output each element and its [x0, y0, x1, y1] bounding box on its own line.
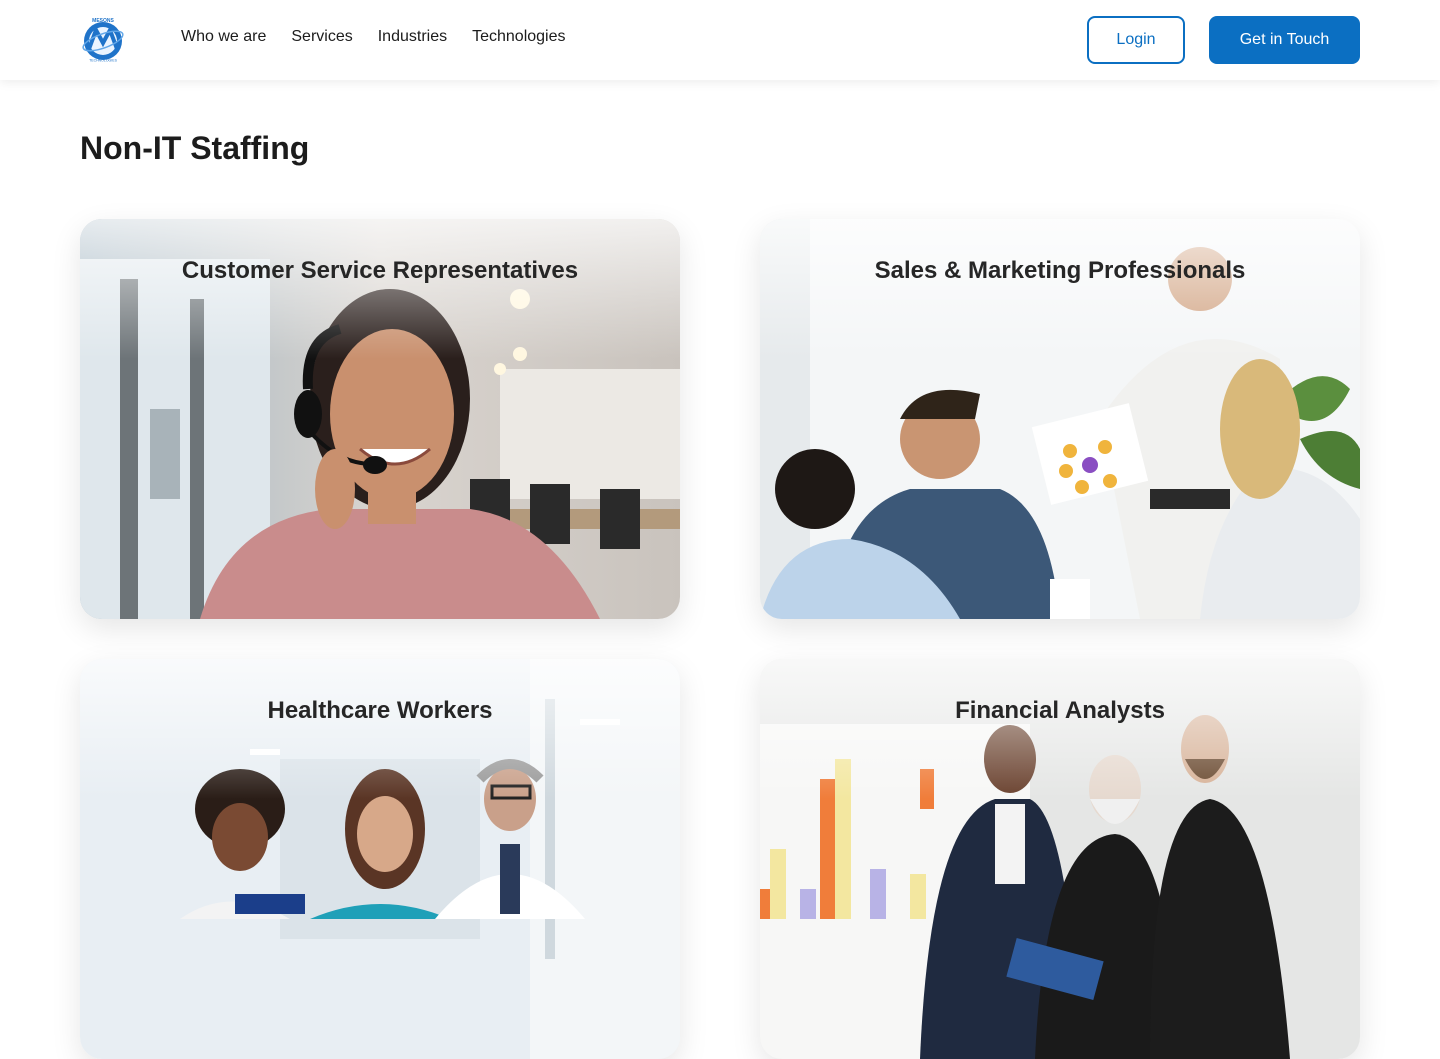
card-customer-service[interactable]: Customer Service Representatives: [80, 219, 680, 619]
card-sales-marketing[interactable]: Sales & Marketing Professionals: [760, 219, 1360, 619]
company-logo[interactable]: MESONS TECHNOLOGIES: [80, 16, 126, 62]
login-button[interactable]: Login: [1087, 16, 1185, 64]
card-financial[interactable]: Financial Analysts: [760, 659, 1360, 1059]
card-title: Financial Analysts: [955, 697, 1165, 724]
get-in-touch-button[interactable]: Get in Touch: [1209, 16, 1360, 64]
card-title: Customer Service Representatives: [181, 257, 579, 284]
card-title: Healthcare Workers: [267, 697, 493, 724]
nav-services[interactable]: Services: [291, 28, 352, 46]
site-header: MESONS TECHNOLOGIES Who we are Services …: [0, 0, 1440, 80]
nav-technologies[interactable]: Technologies: [472, 28, 565, 46]
page-title: Non-IT Staffing: [80, 130, 310, 166]
nav-industries[interactable]: Industries: [378, 28, 447, 46]
svg-text:MESONS: MESONS: [92, 18, 114, 24]
nav-who-we-are[interactable]: Who we are: [181, 28, 266, 46]
card-healthcare[interactable]: Healthcare Workers: [80, 659, 680, 1059]
main-nav: Who we are Services Industries Technolog…: [181, 28, 566, 46]
svg-text:TECHNOLOGIES: TECHNOLOGIES: [89, 59, 117, 63]
card-title: Sales & Marketing Professionals: [874, 257, 1246, 284]
